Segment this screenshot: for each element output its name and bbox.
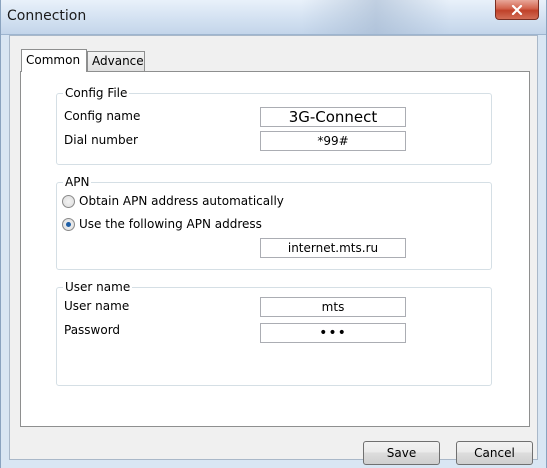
tab-common[interactable]: Common bbox=[21, 49, 87, 72]
config-file-legend: Config File bbox=[65, 86, 128, 100]
close-button[interactable] bbox=[495, 0, 539, 20]
connection-dialog: Connection Common Advance Config File Co… bbox=[0, 0, 547, 468]
username-label: User name bbox=[64, 299, 130, 313]
window-title: Connection bbox=[7, 8, 87, 24]
config-name-field[interactable]: 3G-Connect bbox=[260, 107, 406, 127]
password-field[interactable]: ••• bbox=[260, 323, 406, 343]
tab-advance[interactable]: Advance bbox=[87, 51, 145, 71]
tab-common-label: Common bbox=[26, 53, 81, 67]
title-bar-highlight bbox=[301, 0, 451, 34]
apn-auto-label[interactable]: Obtain APN address automatically bbox=[79, 194, 284, 208]
username-field[interactable]: mts bbox=[260, 297, 406, 317]
apn-address-field[interactable]: internet.mts.ru bbox=[260, 238, 406, 258]
apn-manual-label[interactable]: Use the following APN address bbox=[79, 217, 262, 231]
close-icon bbox=[511, 4, 523, 15]
apn-legend: APN bbox=[65, 175, 90, 189]
title-bar[interactable]: Connection bbox=[1, 0, 546, 35]
common-tab-panel: Config File Config name 3G-Connect Dial … bbox=[20, 71, 530, 427]
apn-manual-radio[interactable] bbox=[62, 218, 75, 231]
apn-auto-radio[interactable] bbox=[62, 195, 75, 208]
cancel-button[interactable]: Cancel bbox=[456, 441, 533, 465]
dial-number-field[interactable]: *99# bbox=[260, 131, 406, 151]
password-label: Password bbox=[64, 323, 121, 337]
dialog-body: Common Advance Config File Config name 3… bbox=[9, 35, 538, 465]
user-name-legend: User name bbox=[65, 280, 131, 294]
tab-advance-label: Advance bbox=[92, 54, 144, 68]
config-name-label: Config name bbox=[64, 109, 141, 123]
save-button[interactable]: Save bbox=[363, 441, 440, 465]
dial-number-label: Dial number bbox=[64, 133, 138, 147]
